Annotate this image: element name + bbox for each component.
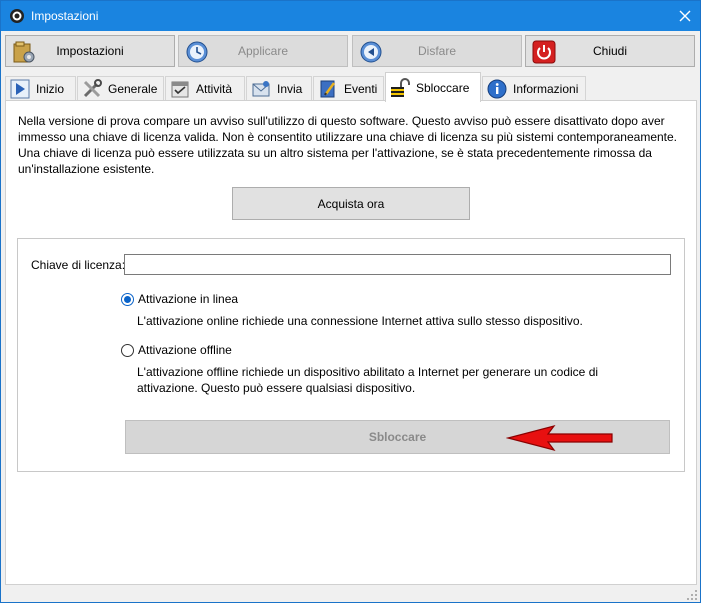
tab-label: Informazioni — [513, 82, 579, 96]
trial-intro-text: Nella versione di prova compare un avvis… — [18, 114, 678, 176]
impostazioni-label: Impostazioni — [56, 44, 124, 58]
tab-sbloccare[interactable]: Sbloccare — [385, 72, 481, 102]
offline-activation-description: L'attivazione offline richiede un dispos… — [137, 365, 599, 395]
online-activation-radio[interactable] — [121, 292, 134, 306]
tab-label: Sbloccare — [416, 80, 470, 95]
tab-label: Inizio — [36, 82, 65, 96]
settings-folder-icon — [13, 41, 35, 63]
power-icon — [532, 40, 556, 64]
tab-informazioni[interactable]: Informazioni — [482, 76, 586, 101]
tasks-icon — [171, 81, 189, 98]
title-bar[interactable]: Impostazioni — [1, 1, 700, 31]
license-key-label: Chiave di licenza: — [31, 258, 126, 272]
offline-activation-radio[interactable] — [121, 343, 134, 357]
red-arrow-annotation — [506, 424, 613, 452]
chiudi-label: Chiudi — [592, 44, 628, 58]
sbloccare-panel: Nella versione di prova compare un avvis… — [5, 100, 697, 585]
disfare-label: Disfare — [417, 44, 456, 58]
tab-eventi[interactable]: Eventi — [313, 76, 384, 101]
undo-icon — [360, 41, 382, 63]
license-key-input[interactable] — [124, 254, 671, 275]
window-title: Impostazioni — [31, 9, 99, 23]
tab-label: Invia — [277, 82, 303, 96]
padlock-icon — [391, 77, 410, 97]
online-activation-description: L'attivazione online richiede una connes… — [137, 314, 583, 328]
online-activation-label[interactable]: Attivazione in linea — [138, 292, 238, 306]
offline-activation-option[interactable]: Attivazione offline — [121, 343, 232, 357]
activation-group: Chiave di licenza: Attivazione in linea … — [17, 238, 685, 472]
online-activation-option[interactable]: Attivazione in linea — [121, 292, 238, 306]
resize-grip-icon[interactable] — [686, 589, 698, 601]
tab-label: Attività — [196, 82, 233, 96]
disfare-button[interactable]: Disfare — [352, 35, 522, 67]
info-icon — [487, 79, 507, 99]
close-icon — [679, 10, 691, 22]
notebook-icon — [320, 80, 336, 98]
chiudi-button[interactable]: Chiudi — [525, 35, 695, 67]
tab-label: Generale — [108, 82, 158, 96]
toolbar: Impostazioni Applicare Disfare Chiudi — [1, 31, 700, 71]
acquista-ora-button[interactable]: Acquista ora — [232, 187, 470, 220]
apply-clock-icon — [186, 41, 208, 63]
play-icon — [10, 79, 30, 99]
tools-icon — [83, 79, 102, 98]
settings-window: Impostazioni Impostazioni Applicare Disf… — [0, 0, 701, 603]
close-window-button[interactable] — [670, 1, 700, 31]
app-logo-icon — [10, 9, 24, 23]
tab-strip: Inizio Generale Attività Invia Eventi Sb… — [1, 72, 700, 102]
impostazioni-button[interactable]: Impostazioni — [5, 35, 175, 67]
mail-icon — [252, 81, 270, 97]
tab-generale[interactable]: Generale — [77, 76, 164, 101]
tab-attivita[interactable]: Attività — [165, 76, 245, 101]
tab-invia[interactable]: Invia — [246, 76, 312, 101]
tab-inizio[interactable]: Inizio — [5, 76, 76, 101]
tab-label: Eventi — [344, 82, 378, 96]
applicare-button[interactable]: Applicare — [178, 35, 348, 67]
offline-activation-label[interactable]: Attivazione offline — [138, 343, 232, 357]
applicare-label: Applicare — [237, 44, 289, 58]
status-bar — [1, 586, 700, 602]
